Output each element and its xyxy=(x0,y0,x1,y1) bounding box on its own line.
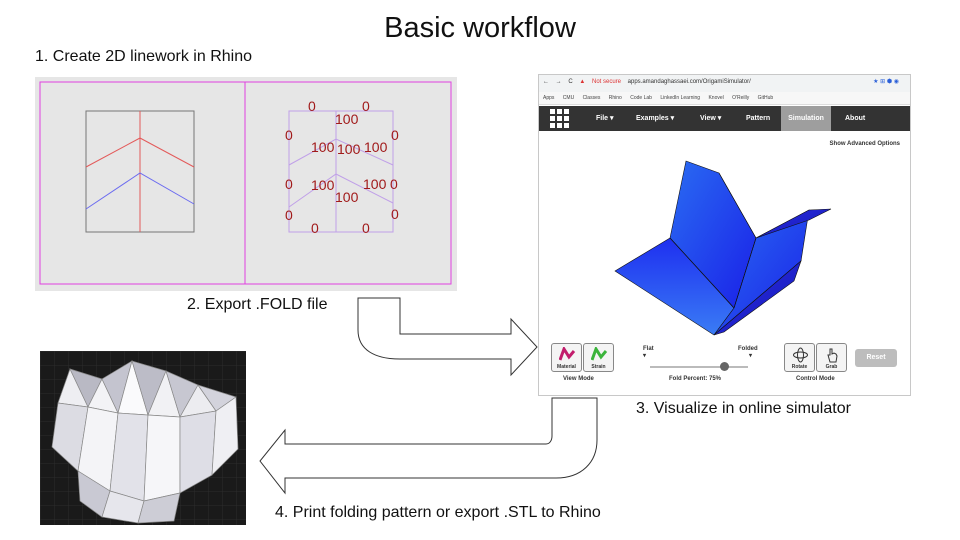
fold-percent-label: Fold Percent: 75% xyxy=(669,376,722,382)
strain-icon xyxy=(591,347,608,361)
control-mode-label: Control Mode xyxy=(796,376,835,382)
folded-arrow-icon: ▾ xyxy=(749,353,753,359)
strain-button[interactable]: Strain xyxy=(583,343,614,372)
arrow-to-print xyxy=(259,397,598,495)
fold-percent-slider[interactable] xyxy=(650,362,748,371)
flat-arrow-icon: ▾ xyxy=(643,353,647,359)
hand-icon xyxy=(827,348,838,363)
folded-label: Folded xyxy=(738,346,758,352)
grab-button[interactable]: Grab xyxy=(816,343,847,372)
arrow-to-simulator xyxy=(357,297,538,377)
folded-paper-photo xyxy=(40,351,246,525)
slider-knob[interactable] xyxy=(719,362,729,371)
material-button[interactable]: Material xyxy=(551,343,582,372)
simulator-browser-window: ← → C ▲ Not secure apps.amandaghassaei.c… xyxy=(538,74,911,396)
view-mode-label: View Mode xyxy=(563,376,594,382)
rotate-button[interactable]: Rotate xyxy=(784,343,815,372)
material-icon xyxy=(559,347,576,361)
reset-button[interactable]: Reset xyxy=(855,349,897,367)
rotate-icon xyxy=(793,347,808,363)
